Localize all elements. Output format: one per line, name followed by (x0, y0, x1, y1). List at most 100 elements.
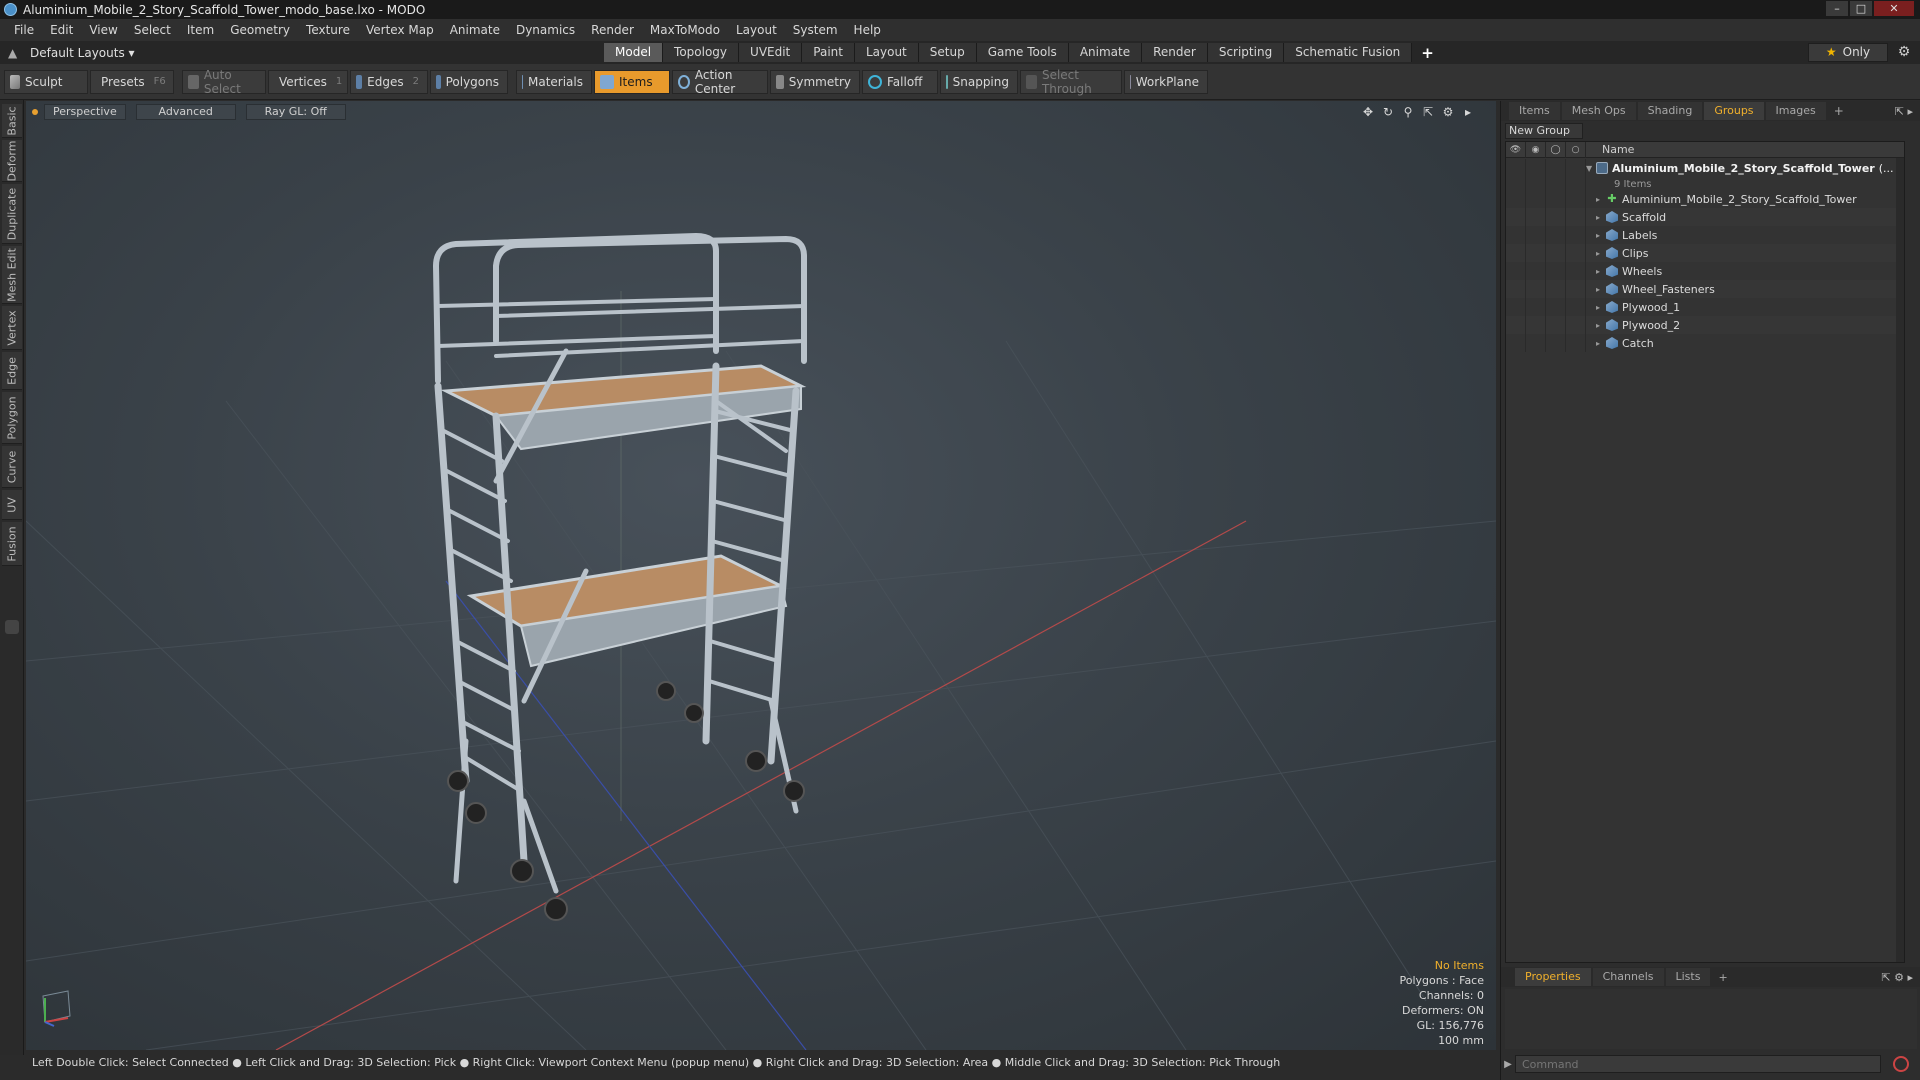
view-mode-dropdown[interactable]: Perspective (44, 104, 126, 120)
record-macro-icon[interactable] (1893, 1056, 1909, 1072)
layout-tab-animate[interactable]: Animate (1068, 43, 1143, 62)
menu-vertex-map[interactable]: Vertex Map (358, 23, 442, 37)
tree-row-item[interactable]: ▸ Labels (1506, 226, 1904, 244)
tree-row-item[interactable]: ▸ Wheels (1506, 262, 1904, 280)
add-layout-tab-button[interactable]: + (1412, 44, 1443, 62)
tab-shading[interactable]: Shading (1637, 102, 1703, 120)
layout-tab-model[interactable]: Model (604, 43, 664, 62)
vtab-vertex[interactable]: Vertex (2, 306, 22, 350)
expand-arrow-icon[interactable]: ▸ (1596, 303, 1606, 312)
tree-row-item[interactable]: ▸ Wheel_Fasteners (1506, 280, 1904, 298)
layouts-menu-icon[interactable]: ▲ (8, 46, 22, 60)
tab-properties[interactable]: Properties (1515, 968, 1591, 986)
layout-tab-render[interactable]: Render (1142, 43, 1208, 62)
tree-row-item[interactable]: ▸ Clips (1506, 244, 1904, 262)
expand-arrow-icon[interactable]: ▸ (1596, 339, 1606, 348)
tree-scrollbar[interactable] (1896, 158, 1904, 962)
tree-row-item[interactable]: ▸ ✚ Aluminium_Mobile_2_Story_Scaffold_To… (1506, 190, 1904, 208)
tab-lists[interactable]: Lists (1665, 968, 1711, 986)
properties-panel-controls[interactable]: ⇱ ⚙ ▸ (1881, 971, 1913, 984)
menu-view[interactable]: View (81, 23, 125, 37)
vtab-curve[interactable]: Curve (2, 446, 22, 488)
tree-row-item[interactable]: ▸ Plywood_2 (1506, 316, 1904, 334)
maximize-button[interactable]: □ (1850, 1, 1872, 16)
items-button[interactable]: Items (594, 69, 670, 94)
vtab-polygon[interactable]: Polygon (2, 392, 22, 444)
add-properties-tab-button[interactable]: + (1718, 971, 1727, 984)
auto-select-button[interactable]: Auto Select (182, 68, 266, 96)
expand-arrow-icon[interactable]: ▸ (1596, 231, 1606, 240)
materials-button[interactable]: Materials (516, 69, 592, 94)
layout-tab-schematic-fusion[interactable]: Schematic Fusion (1284, 43, 1413, 62)
tab-mesh-ops[interactable]: Mesh Ops (1561, 102, 1636, 120)
minimize-button[interactable]: – (1826, 1, 1848, 16)
add-tab-button[interactable]: + (1834, 104, 1844, 118)
viewport-menu-icon[interactable] (32, 109, 38, 115)
layout-tab-paint[interactable]: Paint (802, 43, 855, 62)
command-input[interactable] (1515, 1055, 1881, 1073)
vtab-duplicate[interactable]: Duplicate (2, 184, 22, 244)
workplane-button[interactable]: WorkPlane (1124, 69, 1208, 94)
action-center-button[interactable]: Action Center (672, 68, 768, 96)
shading-mode-dropdown[interactable]: Advanced (135, 104, 236, 120)
collapse-arrow-icon[interactable]: ▼ (1586, 164, 1596, 173)
vtab-mesh-edit[interactable]: Mesh Edit (2, 246, 22, 304)
tree-row-item[interactable]: ▸ Plywood_1 (1506, 298, 1904, 316)
select-through-button[interactable]: Select Through (1020, 68, 1122, 96)
3d-viewport[interactable]: Perspective Advanced Ray GL: Off ✥ ↻ ⚲ ⇱… (26, 101, 1496, 1050)
snapping-button[interactable]: Snapping (940, 69, 1018, 94)
menu-dynamics[interactable]: Dynamics (508, 23, 583, 37)
menu-animate[interactable]: Animate (442, 23, 508, 37)
rotate-icon[interactable]: ↻ (1380, 104, 1396, 120)
command-history-icon[interactable]: ▶ (1501, 1059, 1515, 1070)
layout-tab-layout[interactable]: Layout (854, 43, 919, 62)
menu-layout[interactable]: Layout (728, 23, 785, 37)
vtab-uv[interactable]: UV (2, 490, 22, 520)
sculpt-button[interactable]: Sculpt (4, 69, 88, 94)
select-column-icon[interactable]: ○ (1566, 142, 1586, 158)
falloff-button[interactable]: Falloff (862, 69, 938, 94)
default-layouts-dropdown[interactable]: Default Layouts ▾ (30, 46, 135, 60)
menu-texture[interactable]: Texture (298, 23, 358, 37)
menu-maxtomodo[interactable]: MaxToModo (642, 23, 728, 37)
tree-row-item[interactable]: ▸ Scaffold (1506, 208, 1904, 226)
vertices-button[interactable]: Vertices 1 (268, 69, 348, 94)
raygl-dropdown[interactable]: Ray GL: Off (245, 104, 346, 120)
expand-arrow-icon[interactable]: ▸ (1596, 195, 1606, 204)
vtab-edge[interactable]: Edge (2, 352, 22, 390)
tab-channels[interactable]: Channels (1592, 968, 1664, 986)
tab-groups[interactable]: Groups (1704, 102, 1764, 120)
expand-arrow-icon[interactable]: ▸ (1596, 285, 1606, 294)
layout-tab-uvedit[interactable]: UVEdit (739, 43, 803, 62)
symmetry-button[interactable]: Symmetry (770, 69, 860, 94)
expand-arrow-icon[interactable]: ▸ (1596, 249, 1606, 258)
polygons-button[interactable]: Polygons (430, 69, 508, 94)
edges-button[interactable]: Edges 2 (350, 69, 428, 94)
expand-panel-icon[interactable]: ⇱ ▸ (1895, 105, 1913, 118)
gear-icon[interactable]: ⚙ (1896, 44, 1912, 60)
menu-item[interactable]: Item (179, 23, 222, 37)
toolbox-toggle-button[interactable] (5, 620, 19, 634)
layout-tab-setup[interactable]: Setup (918, 43, 977, 62)
visibility-column-icon[interactable]: 👁 (1506, 142, 1526, 158)
menu-system[interactable]: System (785, 23, 846, 37)
tab-items[interactable]: Items (1509, 102, 1560, 120)
layout-tab-topology[interactable]: Topology (663, 43, 740, 62)
render-column-icon[interactable]: ◉ (1526, 142, 1546, 158)
presets-button[interactable]: Presets F6 (90, 69, 174, 94)
expand-arrow-icon[interactable]: ▸ (1596, 213, 1606, 222)
menu-render[interactable]: Render (583, 23, 642, 37)
viewport-settings-icon[interactable]: ⚙ (1440, 104, 1456, 120)
menu-select[interactable]: Select (126, 23, 179, 37)
menu-file[interactable]: File (6, 23, 42, 37)
pan-icon[interactable]: ✥ (1360, 104, 1376, 120)
expand-arrow-icon[interactable]: ▸ (1596, 267, 1606, 276)
menu-edit[interactable]: Edit (42, 23, 81, 37)
tree-row-item[interactable]: ▸ Catch (1506, 334, 1904, 352)
layout-tab-scripting[interactable]: Scripting (1207, 43, 1285, 62)
only-toggle-button[interactable]: ★ Only (1808, 43, 1888, 62)
vtab-basic[interactable]: Basic (2, 104, 22, 138)
close-button[interactable]: ✕ (1874, 1, 1914, 16)
zoom-icon[interactable]: ⚲ (1400, 104, 1416, 120)
name-column-header[interactable]: Name (1586, 143, 1634, 156)
